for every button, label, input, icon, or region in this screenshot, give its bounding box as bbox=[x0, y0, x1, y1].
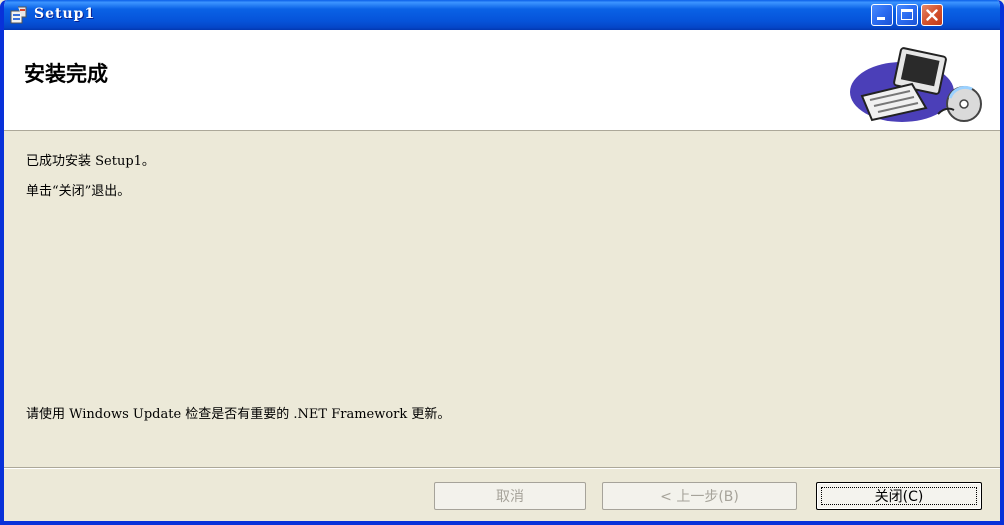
close-button-label: 关闭(C) bbox=[874, 489, 924, 505]
minimize-icon bbox=[877, 17, 885, 20]
close-button[interactable]: 关闭(C) bbox=[816, 482, 982, 510]
page-title: 安装完成 bbox=[24, 62, 108, 86]
update-notice: 请使用 Windows Update 检查是否有重要的 .NET Framewo… bbox=[26, 407, 451, 422]
close-window-button[interactable] bbox=[921, 4, 943, 26]
back-button[interactable]: < 上一步(B) bbox=[602, 482, 797, 510]
maximize-button[interactable] bbox=[896, 4, 918, 26]
setup-window: Setup1 安装完成 已成功安装 Setup1。 单击“关闭”退出。 请使用 … bbox=[0, 0, 1004, 525]
back-button-label: < 上一步(B) bbox=[660, 489, 739, 505]
exit-instruction: 单击“关闭”退出。 bbox=[26, 184, 131, 199]
window-title: Setup1 bbox=[34, 6, 96, 22]
cancel-button-label: 取消 bbox=[496, 489, 524, 505]
success-message: 已成功安装 Setup1。 bbox=[26, 154, 155, 169]
wizard-header: 安装完成 bbox=[4, 30, 1000, 131]
maximize-icon bbox=[901, 9, 913, 20]
installer-icon bbox=[10, 6, 27, 24]
minimize-button[interactable] bbox=[871, 4, 893, 26]
cancel-button[interactable]: 取消 bbox=[434, 482, 586, 510]
close-icon bbox=[926, 9, 938, 21]
computer-illustration-icon bbox=[850, 47, 982, 122]
footer-divider bbox=[4, 467, 1000, 469]
title-bar[interactable]: Setup1 bbox=[4, 0, 1000, 30]
